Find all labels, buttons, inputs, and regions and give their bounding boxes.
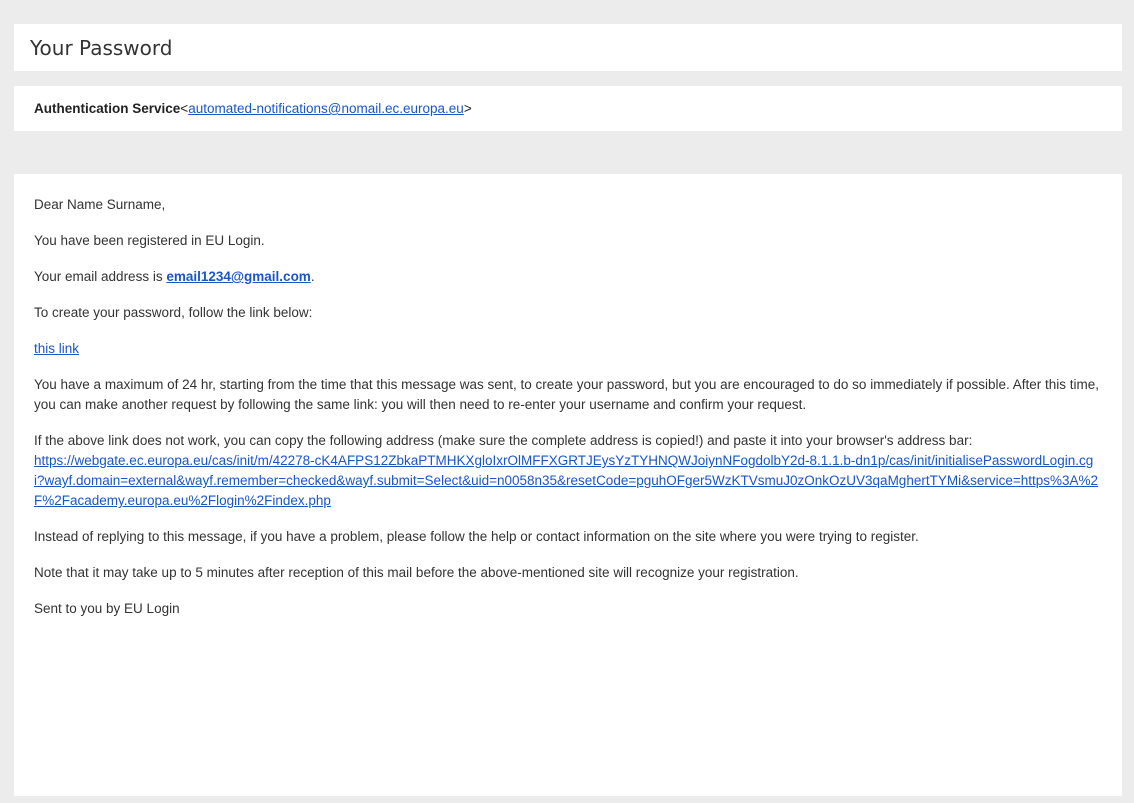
copy-address-paragraph: If the above link does not work, you can… [34, 431, 1102, 511]
create-password-instruction: To create your password, follow the link… [34, 305, 313, 320]
email-subject: Your Password [30, 35, 173, 60]
link-paragraph: this link [34, 339, 1102, 359]
signoff: Sent to you by EU Login [34, 601, 180, 616]
create-password-link[interactable]: this link [34, 341, 79, 356]
email-address-line: Your email address is email1234@gmail.co… [34, 267, 1102, 287]
time-limit-text: You have a maximum of 24 hr, starting fr… [34, 377, 1100, 412]
email-body: Dear Name Surname, You have been registe… [14, 174, 1122, 796]
user-email-link[interactable]: email1234@gmail.com [166, 269, 311, 284]
greeting: Dear Name Surname, [34, 197, 166, 212]
email-line-suffix: . [310, 269, 315, 284]
email-subject-header: Your Password [14, 24, 1122, 71]
full-url-link[interactable]: https://webgate.ec.europa.eu/cas/init/m/… [34, 453, 1098, 508]
delay-note: Note that it may take up to 5 minutes af… [34, 565, 799, 580]
registered-text: You have been registered in EU Login. [34, 233, 265, 248]
copy-instruction: If the above link does not work, you can… [34, 433, 973, 448]
sender-name: Authentication Service [34, 101, 181, 116]
help-note: Instead of replying to this message, if … [34, 529, 919, 544]
sender-open-bracket: < [180, 101, 189, 116]
sender-email-link[interactable]: automated-notifications@nomail.ec.europa… [188, 101, 464, 116]
email-line-prefix: Your email address is [34, 269, 167, 284]
email-sender-header: Authentication Service < automated-notifi… [14, 86, 1122, 131]
sender-close-bracket: > [463, 101, 472, 116]
